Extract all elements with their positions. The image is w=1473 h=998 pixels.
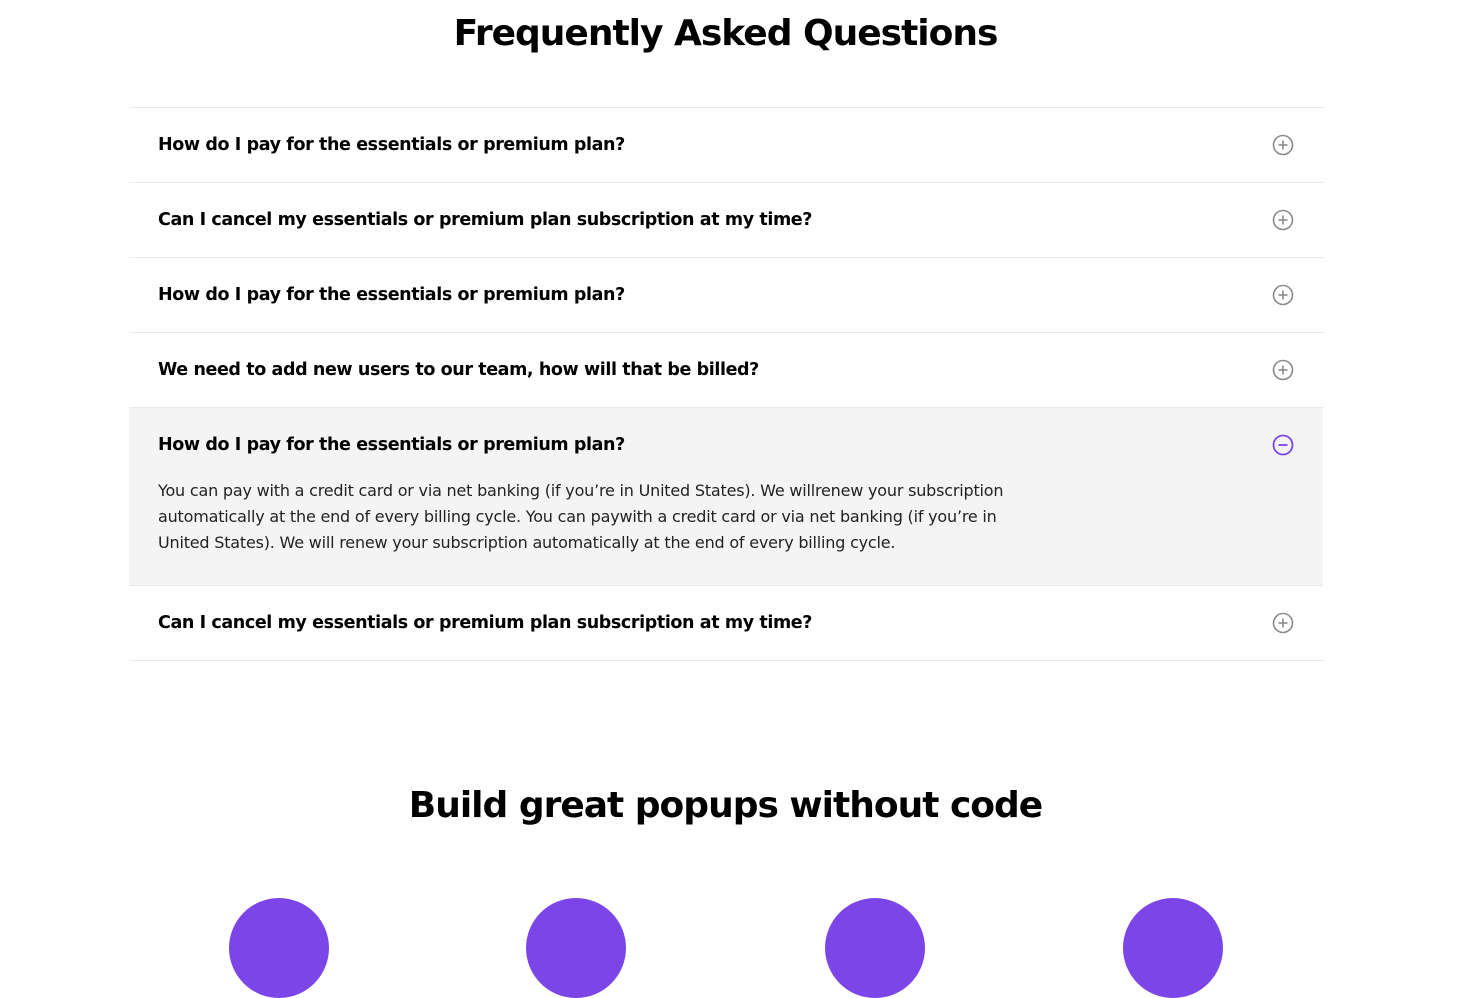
plus-circle-icon[interactable] <box>1272 134 1294 156</box>
faq-question-toggle[interactable]: Can I cancel my essentials or premium pl… <box>129 586 1323 660</box>
faq-item: Can I cancel my essentials or premium pl… <box>129 586 1323 661</box>
feature-icon-circle <box>229 898 329 998</box>
faq-question: How do I pay for the essentials or premi… <box>158 435 625 455</box>
faq-question-toggle[interactable]: We need to add new users to our team, ho… <box>129 333 1323 407</box>
build-section-title: Build great popups without code <box>408 785 1043 826</box>
plus-circle-icon[interactable] <box>1272 284 1294 306</box>
plus-circle-icon[interactable] <box>1272 209 1294 231</box>
faq-question: How do I pay for the essentials or premi… <box>158 135 625 155</box>
feature-icon-circle <box>1123 898 1223 998</box>
faq-item: Can I cancel my essentials or premium pl… <box>129 183 1323 258</box>
faq-question-toggle[interactable]: How do I pay for the essentials or premi… <box>129 258 1323 332</box>
plus-circle-icon[interactable] <box>1272 359 1294 381</box>
faq-question-toggle[interactable]: How do I pay for the essentials or premi… <box>129 108 1323 182</box>
faq-item: We need to add new users to our team, ho… <box>129 333 1323 408</box>
faq-item: How do I pay for the essentials or premi… <box>129 258 1323 333</box>
faq-item-expanded: How do I pay for the essentials or premi… <box>129 408 1323 586</box>
faq-question: How do I pay for the essentials or premi… <box>158 285 625 305</box>
feature-icon-circle <box>825 898 925 998</box>
plus-circle-icon[interactable] <box>1272 612 1294 634</box>
feature-icon-circle <box>526 898 626 998</box>
faq-list: How do I pay for the essentials or premi… <box>129 107 1323 661</box>
faq-question: We need to add new users to our team, ho… <box>158 360 759 380</box>
faq-question: Can I cancel my essentials or premium pl… <box>158 210 813 230</box>
faq-question-toggle[interactable]: How do I pay for the essentials or premi… <box>129 408 1323 482</box>
faq-item: How do I pay for the essentials or premi… <box>129 108 1323 183</box>
minus-circle-icon[interactable] <box>1272 434 1294 456</box>
faq-title: Frequently Asked Questions <box>453 13 999 54</box>
faq-question: Can I cancel my essentials or premium pl… <box>158 613 813 633</box>
faq-question-toggle[interactable]: Can I cancel my essentials or premium pl… <box>129 183 1323 257</box>
faq-answer: You can pay with a credit card or via ne… <box>158 481 1004 552</box>
